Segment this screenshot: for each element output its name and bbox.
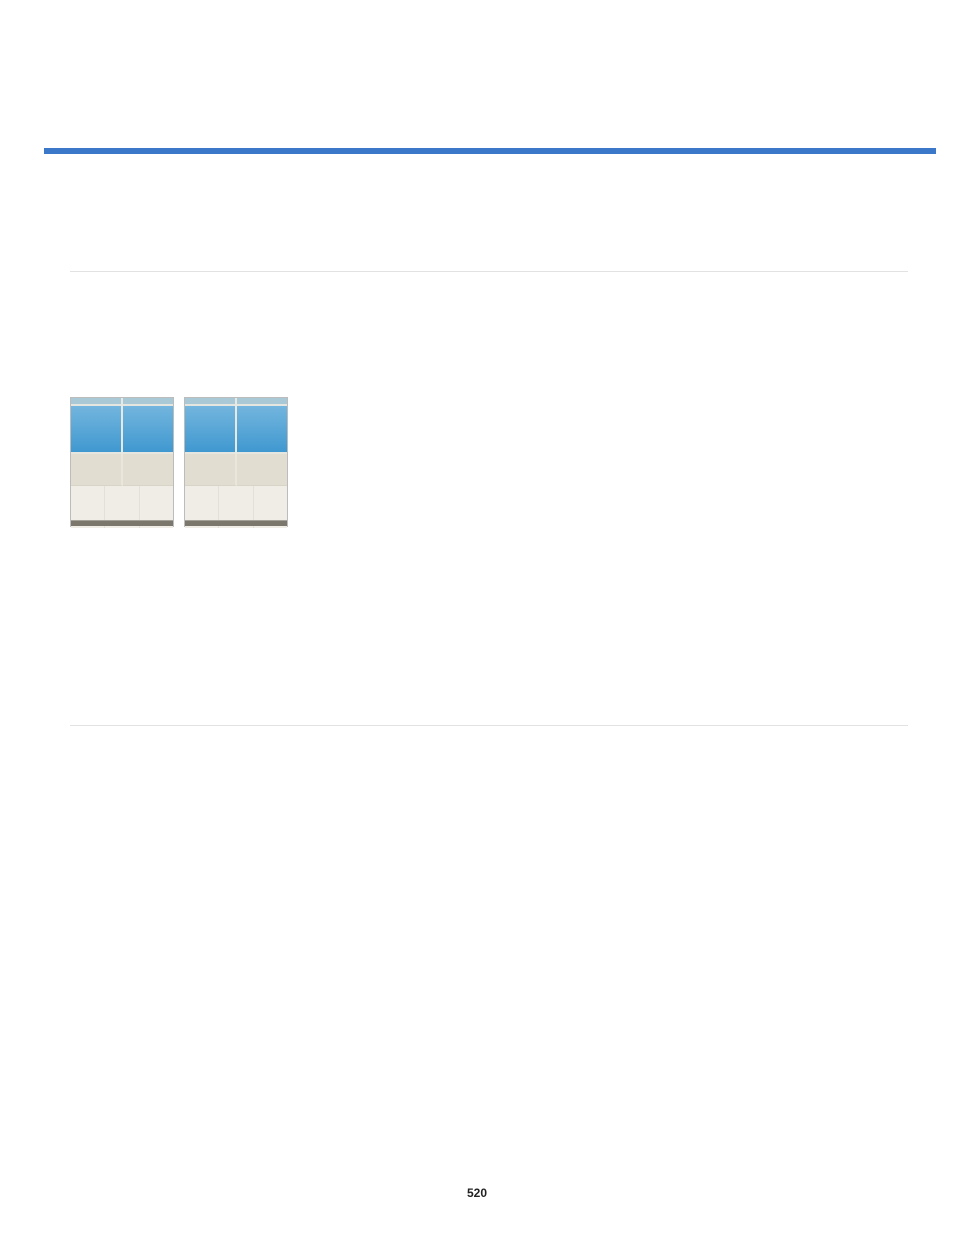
header-rule xyxy=(44,148,936,154)
section-divider-top xyxy=(70,271,908,272)
section-divider-bottom xyxy=(70,725,908,726)
document-page: 520 xyxy=(0,0,954,1235)
page-number: 520 xyxy=(0,1186,954,1200)
thumbnail-image xyxy=(70,397,174,527)
image-sky-icon xyxy=(185,398,287,454)
thumbnail-image xyxy=(184,397,288,527)
image-sky-icon xyxy=(71,398,173,454)
thumbnail-row xyxy=(70,397,288,527)
